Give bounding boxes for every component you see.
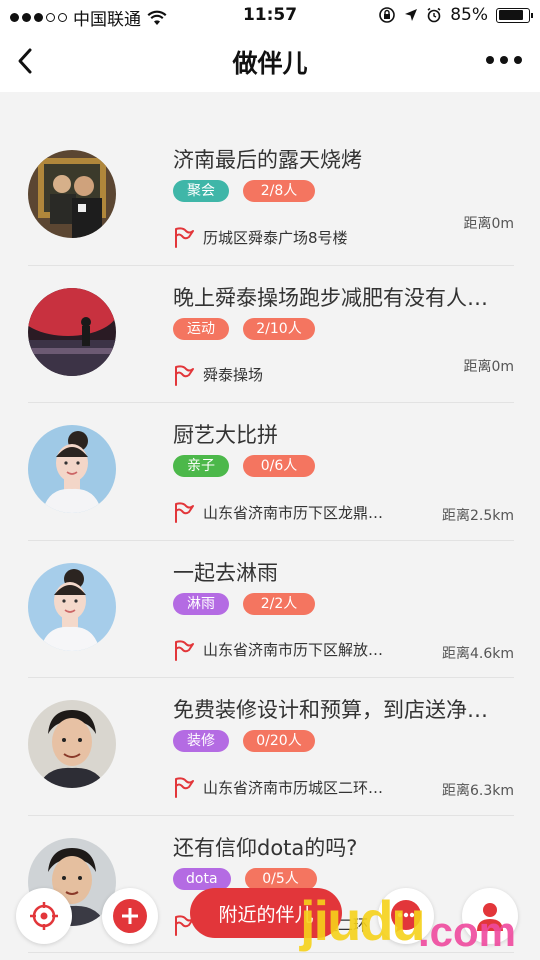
member-count-tag: 2/8人 — [243, 180, 315, 202]
locate-button[interactable] — [16, 888, 72, 944]
avatar-woman — [28, 562, 116, 651]
location-text: 山东省济南市历下区龙鼎… — [203, 503, 384, 522]
avatar-man — [28, 700, 116, 788]
activity-title: 免费装修设计和预算，到店送净… — [173, 698, 488, 722]
tag-row: 运动 2/10人 — [173, 317, 315, 340]
more-dot — [486, 56, 494, 64]
distance-label: 距离6.3km — [441, 783, 514, 799]
activity-title: 还有信仰dota的吗? — [173, 835, 358, 860]
status-right: 85% — [378, 5, 533, 25]
tag-row: 淋雨 2/2人 — [173, 592, 315, 615]
more-button[interactable] — [486, 50, 522, 70]
location-row: 山东省济南市历下区解放… — [173, 639, 383, 661]
activity-item[interactable]: 一起去淋雨 淋雨 2/2人 山东省济南市历下区解放… 距离4.6km — [28, 541, 514, 678]
bottom-toolbar: 附近的伴儿 — [0, 880, 540, 960]
activity-title: 晚上舜泰操场跑步减肥有没有人… — [173, 285, 488, 310]
activity-item[interactable]: 晚上舜泰操场跑步减肥有没有人… 运动 2/10人 舜泰操场 距离0m — [28, 266, 514, 403]
location-row: 历城区舜泰广场8号楼 — [173, 226, 348, 248]
nav-bar: 做伴儿 — [0, 30, 540, 92]
location-arrow-icon — [405, 9, 418, 21]
location-text: 舜泰操场 — [203, 366, 264, 384]
battery-fill — [498, 10, 524, 20]
location-row: 舜泰操场 — [173, 364, 263, 386]
activity-item[interactable]: 免费装修设计和预算，到店送净… 装修 0/20人 山东省济南市历城区二环… 距离… — [28, 678, 514, 816]
chevron-left-icon — [18, 48, 32, 74]
category-tag: 淋雨 — [173, 592, 229, 615]
activity-item[interactable]: 厨艺大比拼 亲子 0/6人 山东省济南市历下区龙鼎… 距离2.5km — [28, 403, 514, 541]
avatar-woman — [28, 425, 116, 513]
distance-label: 距离4.6km — [441, 645, 514, 662]
distance-label: 距离0m — [463, 216, 514, 232]
flag-icon — [175, 502, 194, 523]
back-button[interactable] — [12, 44, 46, 78]
rotation-lock-icon — [379, 7, 396, 23]
battery-icon — [496, 7, 533, 23]
page-title: 做伴儿 — [232, 49, 308, 78]
profile-button[interactable] — [462, 888, 518, 944]
flag-icon — [175, 777, 194, 798]
alarm-icon — [427, 7, 441, 23]
category-tag: 亲子 — [173, 455, 229, 477]
member-count-tag: 2/10人 — [243, 317, 315, 340]
more-dot — [500, 56, 508, 64]
avatar-painting — [28, 150, 116, 238]
category-tag: 运动 — [173, 317, 229, 340]
distance-label: 距离2.5km — [441, 508, 514, 524]
category-tag: 聚会 — [173, 180, 229, 202]
tag-row: 聚会 2/8人 — [173, 180, 315, 202]
activity-title: 一起去淋雨 — [173, 560, 278, 585]
distance-label: 距离0m — [463, 358, 514, 375]
more-dot — [514, 56, 522, 64]
activity-list: 济南最后的露天烧烤 聚会 2/8人 历城区舜泰广场8号楼 距离0m 晚上舜泰操场… — [28, 128, 514, 953]
tag-row: 亲子 0/6人 — [173, 455, 315, 477]
location-text: 山东省济南市历下区解放… — [203, 641, 384, 659]
location-row: 山东省济南市历城区二环… — [173, 776, 383, 798]
location-text: 历城区舜泰广场8号楼 — [203, 228, 348, 247]
flag-icon — [175, 639, 194, 661]
location-row: 山东省济南市历下区龙鼎… — [173, 501, 383, 523]
plus-circle-icon — [113, 899, 147, 933]
category-tag: 装修 — [173, 730, 229, 752]
location-text: 山东省济南市历城区二环… — [203, 778, 384, 797]
battery-percent: 85% — [450, 5, 488, 25]
activity-title: 济南最后的露天烧烤 — [173, 148, 362, 172]
add-activity-button[interactable] — [102, 888, 158, 944]
nearby-button[interactable]: 附近的伴儿 — [190, 888, 342, 938]
person-icon — [477, 903, 503, 931]
status-bar: 中国联通 11:57 85% — [0, 0, 540, 30]
message-button[interactable] — [378, 888, 434, 944]
tag-row: 装修 0/20人 — [173, 730, 315, 752]
activity-title: 厨艺大比拼 — [173, 423, 278, 447]
avatar-night-scene — [28, 287, 116, 376]
member-count-tag: 0/6人 — [243, 455, 315, 477]
flag-icon — [175, 227, 194, 248]
chat-bubble-icon — [391, 900, 421, 932]
locate-target-icon — [30, 902, 58, 930]
flag-icon — [175, 364, 194, 386]
activity-item[interactable]: 济南最后的露天烧烤 聚会 2/8人 历城区舜泰广场8号楼 距离0m — [28, 128, 514, 266]
member-count-tag: 0/20人 — [243, 730, 315, 752]
member-count-tag: 2/2人 — [243, 592, 315, 615]
